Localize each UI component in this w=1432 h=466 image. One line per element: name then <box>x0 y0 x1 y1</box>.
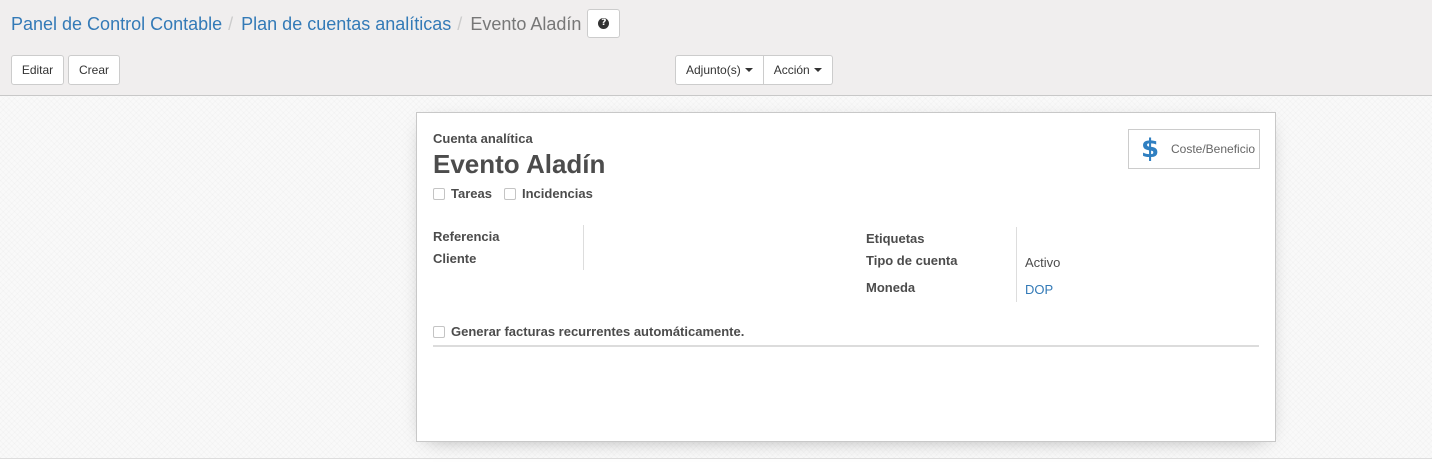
account-name: Evento Aladín <box>433 149 606 179</box>
form-sheet: $ Coste/Beneficio Cuenta analítica Event… <box>416 112 1276 442</box>
field-divider <box>1016 227 1017 302</box>
action-dropdown[interactable]: Acción <box>763 55 833 85</box>
create-button[interactable]: Crear <box>68 55 120 85</box>
recurring-invoices-checkbox[interactable] <box>433 325 445 338</box>
caret-down-icon <box>744 68 753 72</box>
reference-label: Referencia <box>433 229 500 244</box>
breadcrumb-item-analytic-plan[interactable]: Plan de cuentas analíticas <box>241 10 451 38</box>
action-label: Acción <box>773 63 810 77</box>
breadcrumb: Panel de Control Contable / Plan de cuen… <box>11 9 621 38</box>
account-type-label: Tipo de cuenta <box>866 253 958 268</box>
attachments-label: Adjunto(s) <box>686 63 741 77</box>
breadcrumb-separator: / <box>228 13 234 34</box>
recurring-invoices-label: Generar facturas recurrentes automáticam… <box>451 324 745 339</box>
question-icon: ? <box>598 18 610 29</box>
help-button[interactable]: ? <box>587 9 621 38</box>
control-panel: Panel de Control Contable / Plan de cuen… <box>0 0 1432 96</box>
tasks-checkbox[interactable] <box>433 187 445 200</box>
bottom-strip <box>0 459 1432 466</box>
currency-link[interactable]: DOP <box>1025 282 1053 297</box>
attachments-dropdown[interactable]: Adjunto(s) <box>675 55 764 85</box>
field-divider <box>583 225 584 270</box>
breadcrumb-separator: / <box>457 13 463 34</box>
section-divider <box>433 345 1259 347</box>
tasks-checkbox-row: Tareas <box>433 186 492 201</box>
analytic-account-label: Cuenta analítica <box>433 131 533 146</box>
issues-checkbox-row: Incidencias <box>504 186 593 201</box>
issues-label: Incidencias <box>522 186 593 201</box>
caret-down-icon <box>813 68 822 72</box>
sidebar-button-group: Adjunto(s) Acción <box>675 55 833 85</box>
cost-benefit-label: Coste/Beneficio <box>1171 142 1256 156</box>
breadcrumb-item-dashboard[interactable]: Panel de Control Contable <box>11 10 222 38</box>
currency-label: Moneda <box>866 280 916 295</box>
tasks-label: Tareas <box>451 186 492 201</box>
cost-benefit-button[interactable]: $ Coste/Beneficio <box>1128 129 1260 169</box>
breadcrumb-current: Evento Aladín <box>470 13 582 34</box>
account-type-value[interactable]: Activo <box>1025 255 1060 270</box>
edit-button[interactable]: Editar <box>11 55 64 85</box>
issues-checkbox[interactable] <box>504 187 516 200</box>
customer-label: Cliente <box>433 251 477 266</box>
tags-label: Etiquetas <box>866 231 925 246</box>
recurring-checkbox-row: Generar facturas recurrentes automáticam… <box>433 324 744 339</box>
dollar-icon: $ <box>1140 134 1160 164</box>
